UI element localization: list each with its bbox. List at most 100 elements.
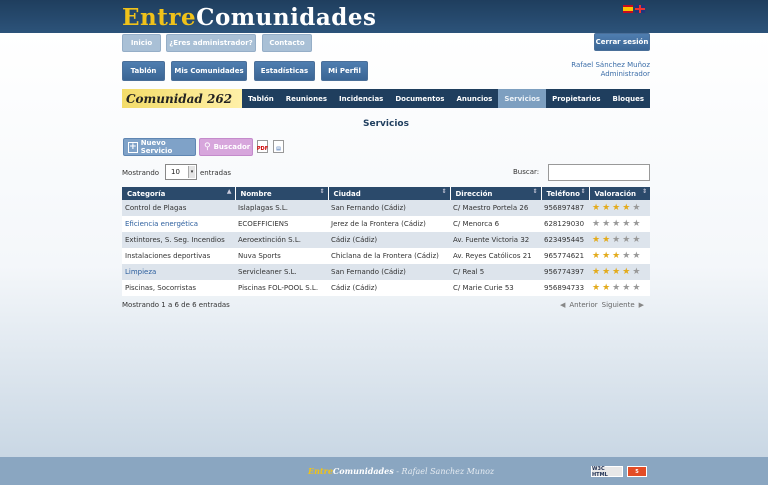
- entries-select[interactable]: 10 ▾: [165, 164, 197, 180]
- tab-documentos[interactable]: Documentos: [389, 89, 450, 108]
- uk-flag-icon[interactable]: [635, 5, 645, 13]
- tab-anuncios[interactable]: Anuncios: [450, 89, 498, 108]
- language-selector: [623, 5, 645, 13]
- tab-tablon[interactable]: Tablón: [242, 89, 280, 108]
- plus-icon: +: [128, 141, 138, 153]
- cell-categoria: Limpieza: [122, 264, 235, 280]
- footer-logo-part1: Entre: [308, 466, 333, 476]
- document-export-icon[interactable]: ▤: [273, 140, 284, 153]
- cell-ciudad: Jerez de la Frontera (Cádiz): [328, 216, 450, 232]
- cell-ciudad: Cádiz (Cádiz): [328, 280, 450, 296]
- pdf-export-icon[interactable]: PDF: [257, 140, 268, 153]
- entries-value: 10: [171, 168, 180, 176]
- star-icon: ★: [622, 219, 633, 229]
- star-icon: ★: [592, 219, 603, 229]
- cell-direccion: C/ Marie Curie 53: [450, 280, 541, 296]
- col-valoracion[interactable]: Valoración ⇕: [589, 187, 650, 200]
- tab-propietarios[interactable]: Propietarios: [546, 89, 606, 108]
- star-icon: ★: [632, 267, 643, 277]
- search-input[interactable]: [548, 164, 650, 181]
- rating-stars: ★★★★★: [589, 248, 650, 264]
- search-tool-label: Buscador: [213, 143, 251, 151]
- footer-text: EntreComunidades - Rafael Sanchez Munoz: [308, 466, 494, 476]
- sort-icon: ⇕: [532, 188, 538, 195]
- col-nombre[interactable]: Nombre ⇕: [235, 187, 329, 200]
- star-icon: ★: [612, 283, 623, 293]
- page-title: Servicios: [363, 119, 409, 129]
- table-row[interactable]: Limpieza Servicleaner S.L. San Fernando (C…: [122, 264, 650, 280]
- star-icon: ★: [632, 203, 643, 213]
- search-label: Buscar:: [513, 168, 540, 176]
- table-row[interactable]: Instalaciones deportivas Nuva Sports Chicl…: [122, 248, 650, 264]
- star-icon: ★: [622, 267, 633, 277]
- cell-categoria: Piscinas, Socorristas: [122, 280, 235, 296]
- new-service-button[interactable]: + Nuevo Servicio: [123, 138, 196, 156]
- cell-nombre: Servicleaner S.L.: [235, 264, 328, 280]
- tab-incidencias[interactable]: Incidencias: [333, 89, 389, 108]
- arrow-right-icon: ▶: [638, 301, 645, 309]
- sort-icon: ⇕: [319, 188, 325, 195]
- rating-stars: ★★★★★: [589, 264, 650, 280]
- table-row[interactable]: Extintores, S. Seg. Incendios Aeroextinci…: [122, 232, 650, 248]
- inicio-button[interactable]: Inicio: [122, 34, 161, 52]
- logout-button[interactable]: Cerrar sesión: [594, 33, 650, 51]
- cell-categoria: Control de Plagas: [122, 200, 235, 216]
- search-tool-button[interactable]: ⚲ Buscador: [199, 138, 253, 156]
- user-info: Rafael Sánchez Muñoz Administrador: [571, 61, 650, 79]
- star-icon: ★: [612, 203, 623, 213]
- cell-telefono: 628129030: [541, 216, 589, 232]
- col-categoria[interactable]: Categoría ▲: [122, 187, 236, 200]
- footer-logo-part2: Comunidades: [332, 466, 394, 476]
- cell-categoria: Eficiencia energética: [122, 216, 235, 232]
- pagination: ◀ Anterior Siguiente ▶: [560, 301, 644, 309]
- entries-label: entradas: [200, 169, 232, 177]
- star-icon: ★: [632, 283, 643, 293]
- star-icon: ★: [632, 219, 643, 229]
- star-icon: ★: [602, 203, 613, 213]
- mis-comunidades-button[interactable]: Mis Comunidades: [171, 61, 247, 81]
- rating-stars: ★★★★★: [589, 280, 650, 296]
- star-icon: ★: [622, 283, 633, 293]
- prev-page-link[interactable]: Anterior: [569, 301, 597, 309]
- community-name: Comunidad 262: [122, 89, 242, 108]
- cell-direccion: C/ Maestro Portela 26: [450, 200, 541, 216]
- tab-servicios[interactable]: Servicios: [498, 89, 547, 108]
- chevron-down-icon: ▾: [188, 166, 195, 178]
- cell-nombre: Islaplagas S.L.: [235, 200, 328, 216]
- w3c-badge[interactable]: W3C HTML: [591, 466, 623, 478]
- show-label: Mostrando: [122, 169, 160, 177]
- cell-ciudad: Cádiz (Cádiz): [328, 232, 450, 248]
- estadisticas-button[interactable]: Estadísticas: [254, 61, 315, 81]
- tab-bloques[interactable]: Bloques: [607, 89, 650, 108]
- star-icon: ★: [602, 283, 613, 293]
- cell-direccion: Av. Fuente Victoria 32: [450, 232, 541, 248]
- user-name[interactable]: Rafael Sánchez Muñoz: [571, 61, 650, 70]
- cell-direccion: C/ Real 5: [450, 264, 541, 280]
- mi-perfil-button[interactable]: Mi Perfil: [321, 61, 368, 81]
- cell-ciudad: San Fernando (Cádiz): [328, 264, 450, 280]
- table-row[interactable]: Control de Plagas Islaplagas S.L. San Fern…: [122, 200, 650, 216]
- cell-nombre: Aeroextinción S.L.: [235, 232, 328, 248]
- sort-asc-icon: ▲: [226, 188, 232, 195]
- tab-reuniones[interactable]: Reuniones: [280, 89, 333, 108]
- spain-flag-icon[interactable]: [623, 5, 633, 13]
- star-icon: ★: [592, 267, 603, 277]
- star-icon: ★: [612, 251, 623, 261]
- table-info: Mostrando 1 a 6 de 6 entradas: [122, 301, 230, 309]
- table-row[interactable]: Piscinas, Socorristas Piscinas FOL-POOL S…: [122, 280, 650, 296]
- html5-badge[interactable]: 5: [627, 466, 647, 477]
- next-page-link[interactable]: Siguiente: [602, 301, 635, 309]
- col-direccion[interactable]: Dirección ⇕: [450, 187, 542, 200]
- admin-button[interactable]: ¿Eres administrador?: [166, 34, 256, 52]
- col-ciudad[interactable]: Ciudad ⇕: [328, 187, 451, 200]
- col-telefono[interactable]: Teléfono ⇕: [541, 187, 590, 200]
- cell-nombre: Piscinas FOL-POOL S.L.: [235, 280, 328, 296]
- rating-stars: ★★★★★: [589, 200, 650, 216]
- contacto-button[interactable]: Contacto: [262, 34, 312, 52]
- star-icon: ★: [612, 219, 623, 229]
- new-service-label: Nuevo Servicio: [140, 139, 173, 155]
- site-logo[interactable]: EntreComunidades: [122, 4, 376, 31]
- tablon-button[interactable]: Tablón: [122, 61, 165, 81]
- cell-nombre: Nuva Sports: [235, 248, 328, 264]
- table-row[interactable]: Eficiencia energética ECOEFFICIENS Jerez d…: [122, 216, 650, 232]
